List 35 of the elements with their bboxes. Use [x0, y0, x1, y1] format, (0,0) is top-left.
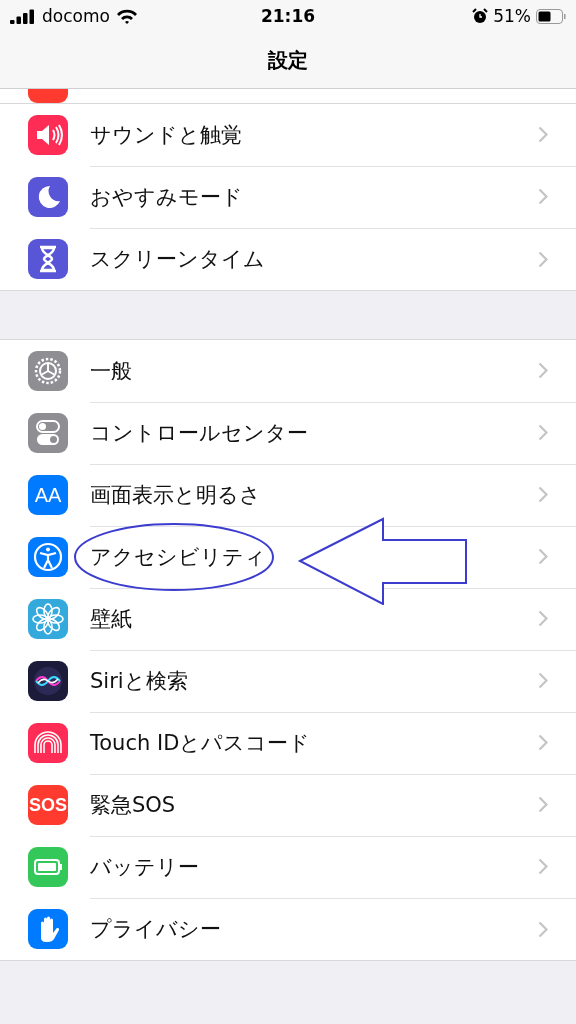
alarm-icon — [472, 8, 489, 24]
setting-label[interactable]: おやすみモード — [90, 182, 243, 211]
setting-label[interactable]: 画面表示と明るさ — [90, 480, 261, 509]
chevron-icon — [538, 424, 548, 441]
chevron-icon — [538, 920, 548, 938]
chevron-icon — [538, 188, 548, 205]
text-icon: AA — [28, 475, 68, 515]
text-icon: SOS — [28, 785, 68, 825]
signal-icon — [10, 8, 36, 24]
battery-percent: 51% — [493, 6, 531, 26]
setting-label[interactable]: プライバシー — [90, 915, 221, 943]
wifi-icon — [115, 8, 138, 24]
clock-time: 21:16 — [259, 6, 317, 26]
setting-label[interactable]: 壁紙 — [90, 604, 132, 633]
screen-title: 設定 — [268, 46, 308, 74]
chevron-icon — [538, 250, 548, 268]
setting-label[interactable]: スクリーンタイム — [90, 245, 265, 273]
setting-label[interactable]: サウンドと触覚 — [90, 120, 242, 149]
chevron-icon — [538, 610, 548, 627]
chevron-icon — [538, 672, 548, 689]
setting-label[interactable]: バッテリー — [90, 852, 199, 881]
setting-label[interactable]: Touch IDとパスコード — [90, 728, 311, 757]
chevron-icon — [538, 734, 548, 751]
chevron-icon — [538, 796, 548, 813]
chevron-icon — [538, 126, 548, 143]
setting-label[interactable]: 一般 — [90, 356, 132, 385]
battery-icon — [536, 8, 566, 24]
chevron-icon — [538, 858, 548, 875]
setting-label[interactable]: Siriと検索 — [90, 666, 188, 695]
setting-label[interactable]: コントロールセンター — [90, 418, 308, 447]
chevron-icon — [538, 548, 548, 565]
setting-label[interactable]: 緊急SOS — [90, 790, 176, 819]
carrier-name: docomo — [42, 6, 110, 26]
chevron-icon — [538, 362, 548, 379]
chevron-icon — [538, 486, 548, 503]
